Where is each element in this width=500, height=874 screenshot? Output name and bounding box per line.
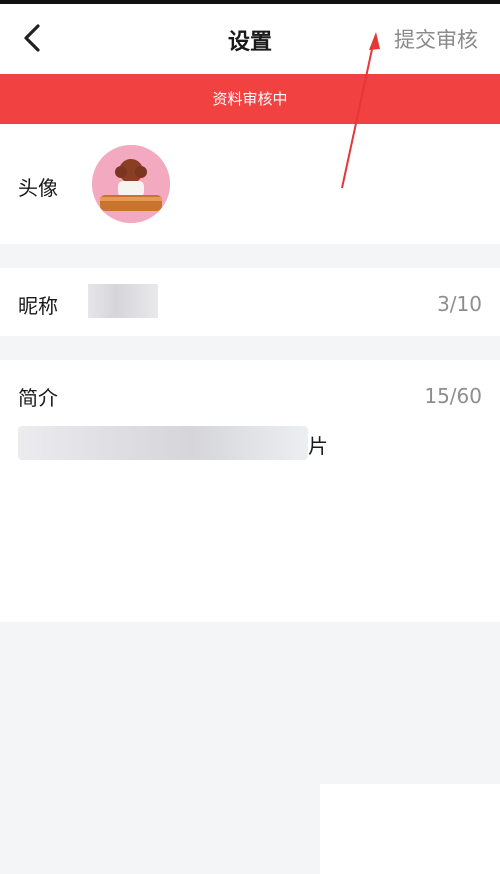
- bio-counter: 15/60: [424, 384, 482, 408]
- bio-text-redacted: [18, 426, 308, 460]
- bio-label: 简介: [18, 386, 58, 410]
- top-bar: 设置 提交审核: [0, 0, 500, 74]
- avatar[interactable]: [92, 145, 170, 223]
- nickname-row[interactable]: 昵称 3/10: [0, 268, 500, 336]
- bio-section[interactable]: 简介 15/60 片: [0, 360, 500, 622]
- nickname-counter: 3/10: [437, 292, 482, 316]
- submit-review-button[interactable]: 提交审核: [394, 24, 478, 54]
- dog-photo: [92, 145, 170, 223]
- nickname-value-redacted: [88, 284, 158, 318]
- avatar-row[interactable]: 头像: [0, 124, 500, 244]
- status-strip: [0, 0, 500, 4]
- bio-visible-text: 片: [308, 434, 328, 458]
- avatar-label: 头像: [18, 176, 58, 200]
- nickname-label: 昵称: [18, 294, 58, 318]
- bottom-panel: [320, 784, 500, 874]
- review-status-banner: 资料审核中: [0, 74, 500, 124]
